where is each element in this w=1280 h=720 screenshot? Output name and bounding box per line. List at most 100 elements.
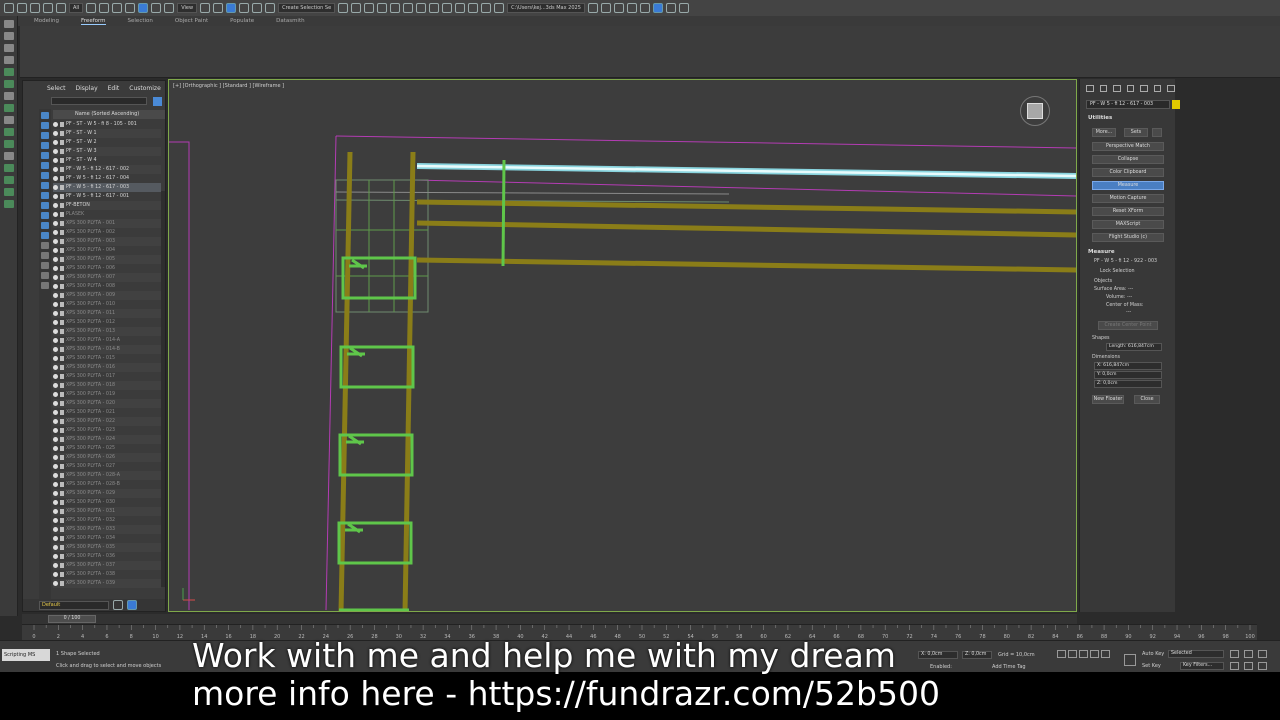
visibility-eye-icon[interactable] (53, 482, 58, 487)
freeze-icon[interactable] (60, 356, 64, 361)
align-icon[interactable] (351, 3, 362, 13)
hidden-filter-icon[interactable] (41, 232, 49, 239)
tool-e-icon[interactable] (3, 140, 14, 148)
visibility-eye-icon[interactable] (53, 140, 58, 145)
explorer-row[interactable]: XPS 300 PLYTA - 017 (53, 372, 161, 381)
explorer-row[interactable]: XPS 300 PLYTA - 026 (53, 453, 161, 462)
measure-rollout-title[interactable]: Measure (1088, 249, 1115, 255)
visibility-eye-icon[interactable] (53, 176, 58, 181)
freeze-icon[interactable] (60, 266, 64, 271)
modify-icon[interactable] (3, 32, 14, 40)
visibility-eye-icon[interactable] (53, 518, 58, 523)
explorer-row[interactable]: XPS 300 PLYTA - 003 (53, 237, 161, 246)
freeze-icon[interactable] (60, 527, 64, 532)
toggle-ribbon-icon[interactable] (390, 3, 401, 13)
freeze-icon[interactable] (60, 410, 64, 415)
scene-explorer-icon[interactable] (364, 3, 375, 13)
render-cloud-icon[interactable] (481, 3, 492, 13)
arnold-icon[interactable] (665, 3, 676, 13)
visibility-eye-icon[interactable] (53, 203, 58, 208)
render-setup-icon[interactable] (442, 3, 453, 13)
explorer-row[interactable]: XPS 300 PLYTA - 015 (53, 354, 161, 363)
freeze-icon[interactable] (60, 509, 64, 514)
sort-icon[interactable] (127, 600, 137, 610)
invert-icon[interactable] (41, 252, 49, 259)
import-icon[interactable] (613, 3, 624, 13)
visibility-eye-icon[interactable] (53, 221, 58, 226)
create-tab-icon[interactable] (1086, 85, 1094, 92)
edit-named-selection-icon[interactable] (265, 3, 276, 13)
tool-b-icon[interactable] (3, 104, 14, 112)
flight-studio-button[interactable]: Flight Studio (c) (1092, 233, 1164, 242)
add-time-tag-button[interactable]: Add Time Tag (992, 664, 1026, 670)
reference-coord-dropdown[interactable]: View (177, 3, 198, 13)
visibility-eye-icon[interactable] (53, 545, 58, 550)
freeze-icon[interactable] (60, 212, 64, 217)
visibility-eye-icon[interactable] (53, 185, 58, 190)
freeze-icon[interactable] (60, 500, 64, 505)
utilities-icon[interactable] (3, 80, 14, 88)
explorer-row[interactable]: XPS 300 PLYTA - 019 (53, 390, 161, 399)
mirror-icon[interactable] (338, 3, 349, 13)
visibility-eye-icon[interactable] (53, 419, 58, 424)
visibility-eye-icon[interactable] (53, 401, 58, 406)
explorer-row[interactable]: XPS 300 PLYTA - 018 (53, 381, 161, 390)
freeze-icon[interactable] (60, 230, 64, 235)
freeze-icon[interactable] (60, 473, 64, 478)
time-slider-track[interactable]: 0 / 100 (22, 614, 1077, 624)
group-filter-icon[interactable] (41, 182, 49, 189)
display-tab-icon[interactable] (1140, 85, 1148, 92)
named-selection-dropdown[interactable]: Create Selection Se (278, 3, 336, 13)
explorer-row[interactable]: XPS 300 PLYTA - 013 (53, 327, 161, 336)
filter-toggle-icon[interactable] (41, 262, 49, 269)
z-coordinate-field[interactable]: Z: 0,0cm (962, 651, 992, 659)
explorer-menu-edit[interactable]: Edit (108, 85, 120, 95)
explorer-row[interactable]: XPS 300 PLYTA - 007 (53, 273, 161, 282)
explorer-row[interactable]: PF - W 5 - fi 12 - 617 - 003 (53, 183, 161, 192)
go-to-end-icon[interactable] (1101, 650, 1110, 658)
select-scale-icon[interactable] (164, 3, 175, 13)
freeze-icon[interactable] (60, 437, 64, 442)
spinner-snap-icon[interactable] (252, 3, 263, 13)
explorer-row[interactable]: PF - W 5 - fi 12 - 617 - 001 (53, 192, 161, 201)
explorer-row[interactable]: PF - ST - W 1 (53, 129, 161, 138)
explorer-row[interactable]: XPS 300 PLYTA - 009 (53, 291, 161, 300)
visibility-eye-icon[interactable] (53, 239, 58, 244)
link-icon[interactable] (30, 3, 40, 13)
explorer-row[interactable]: XPS 300 PLYTA - 028-B (53, 480, 161, 489)
freeze-icon[interactable] (60, 428, 64, 433)
explorer-menu-select[interactable]: Select (47, 85, 66, 95)
export-icon[interactable] (626, 3, 637, 13)
key-mode-icon[interactable] (1124, 654, 1136, 666)
explorer-row[interactable]: XPS 300 PLYTA - 030 (53, 498, 161, 507)
display-none-icon[interactable] (41, 112, 49, 119)
explorer-menu-customize[interactable]: Customize (129, 85, 161, 95)
explorer-row[interactable]: XPS 300 PLYTA - 014-A (53, 336, 161, 345)
render-frame-icon[interactable] (455, 3, 466, 13)
tool-f-icon[interactable] (3, 152, 14, 160)
frozen-filter-icon[interactable] (41, 222, 49, 229)
visibility-eye-icon[interactable] (53, 167, 58, 172)
selection-filter-dropdown[interactable]: All (69, 3, 84, 13)
explorer-row[interactable]: XPS 300 PLYTA - 035 (53, 543, 161, 552)
visibility-eye-icon[interactable] (53, 554, 58, 559)
visibility-eye-icon[interactable] (53, 410, 58, 415)
explorer-row[interactable]: XPS 300 PLYTA - 037 (53, 561, 161, 570)
explorer-row[interactable]: XPS 300 PLYTA - 039 (53, 579, 161, 588)
visibility-eye-icon[interactable] (53, 230, 58, 235)
pan-icon[interactable] (1244, 662, 1253, 670)
object-color-swatch[interactable] (1172, 100, 1180, 109)
find-icon[interactable] (41, 272, 49, 279)
freeze-icon[interactable] (60, 374, 64, 379)
percent-snap-icon[interactable] (239, 3, 250, 13)
container-filter-icon[interactable] (41, 212, 49, 219)
visibility-eye-icon[interactable] (53, 329, 58, 334)
visibility-eye-icon[interactable] (53, 194, 58, 199)
explorer-row[interactable]: XPS 300 PLYTA - 025 (53, 444, 161, 453)
visibility-eye-icon[interactable] (53, 212, 58, 217)
explorer-row[interactable]: PF - W 5 - fi 12 - 617 - 004 (53, 174, 161, 183)
visibility-eye-icon[interactable] (53, 356, 58, 361)
select-by-name-icon[interactable] (99, 3, 110, 13)
reset-xform-button[interactable]: Reset XForm (1092, 207, 1164, 216)
tool-a-icon[interactable] (3, 92, 14, 100)
